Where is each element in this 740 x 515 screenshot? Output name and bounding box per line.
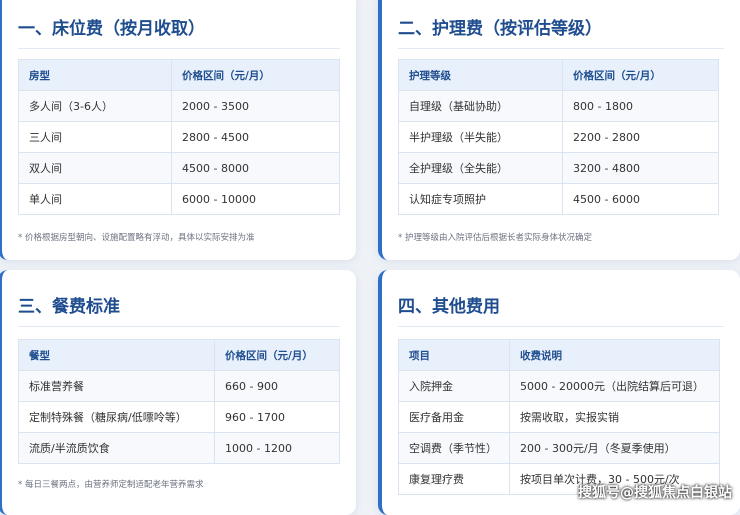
price-cell: 2000 - 3500	[171, 90, 340, 122]
table-header-row: 餐型 价格区间（元/月）	[18, 339, 340, 371]
price-cell: 4500 - 8000	[171, 152, 340, 184]
meal-type-cell: 标准营养餐	[18, 370, 215, 402]
column-header: 房型	[18, 59, 172, 91]
meal-type-cell: 定制特殊餐（糖尿病/低嘌呤等）	[18, 401, 215, 433]
table-row: 三人间 2800 - 4500	[18, 121, 340, 153]
column-header: 护理等级	[398, 59, 563, 91]
care-level-cell: 半护理级（半失能）	[398, 121, 563, 153]
column-header: 收费说明	[509, 339, 720, 371]
table-row: 全护理级（全失能） 3200 - 4800	[398, 152, 719, 184]
fee-description-cell: 5000 - 20000元（出院结算后可退）	[509, 370, 720, 402]
table-row: 多人间（3-6人） 2000 - 3500	[18, 90, 340, 122]
care-fee-table: 护理等级 价格区间（元/月） 自理级（基础协助） 800 - 1800 半护理级…	[398, 59, 719, 215]
column-header: 餐型	[18, 339, 215, 371]
meal-fee-card: 三、餐费标准 餐型 价格区间（元/月） 标准营养餐 660 - 900 定制特殊…	[0, 270, 356, 515]
meal-type-cell: 流质/半流质饮食	[18, 432, 215, 464]
bed-fee-table: 房型 价格区间（元/月） 多人间（3-6人） 2000 - 3500 三人间 2…	[18, 59, 340, 215]
meal-fee-title: 三、餐费标准	[18, 292, 340, 327]
table-row: 单人间 6000 - 10000	[18, 183, 340, 215]
meal-fee-note: * 每日三餐两点，由营养师定制适配老年营养需求	[18, 480, 204, 490]
other-fee-card: 四、其他费用 项目 收费说明 入院押金 5000 - 20000元（出院结算后可…	[378, 270, 740, 515]
care-level-cell: 全护理级（全失能）	[398, 152, 563, 184]
table-header-row: 房型 价格区间（元/月）	[18, 59, 340, 91]
bed-fee-note: * 价格根据房型朝向、设施配置略有浮动，具体以实际安排为准	[18, 233, 255, 243]
bed-fee-card: 一、床位费（按月收取） 房型 价格区间（元/月） 多人间（3-6人） 2000 …	[0, 0, 356, 260]
fee-description-cell: 按需收取，实报实销	[509, 401, 720, 433]
room-type-cell: 双人间	[18, 152, 172, 184]
table-row: 医疗备用金 按需收取，实报实销	[398, 401, 720, 433]
price-cell: 2800 - 4500	[171, 121, 340, 153]
care-level-cell: 自理级（基础协助）	[398, 90, 563, 122]
sohu-watermark: 搜狐号@搜狐焦点白银站	[578, 485, 732, 501]
fee-item-cell: 入院押金	[398, 370, 510, 402]
column-header: 价格区间（元/月）	[214, 339, 340, 371]
table-row: 流质/半流质饮食 1000 - 1200	[18, 432, 340, 464]
price-cell: 1000 - 1200	[214, 432, 340, 464]
room-type-cell: 多人间（3-6人）	[18, 90, 172, 122]
care-level-cell: 认知症专项照护	[398, 183, 563, 215]
care-fee-title: 二、护理费（按评估等级）	[398, 14, 724, 49]
fee-item-cell: 空调费（季节性）	[398, 432, 510, 464]
fee-description-cell: 200 - 300元/月（冬夏季使用）	[509, 432, 720, 464]
table-header-row: 护理等级 价格区间（元/月）	[398, 59, 719, 91]
column-header: 项目	[398, 339, 510, 371]
price-cell: 2200 - 2800	[562, 121, 719, 153]
table-row: 空调费（季节性） 200 - 300元/月（冬夏季使用）	[398, 432, 720, 464]
column-header: 价格区间（元/月）	[562, 59, 719, 91]
column-header: 价格区间（元/月）	[171, 59, 340, 91]
fee-item-cell: 医疗备用金	[398, 401, 510, 433]
table-row: 标准营养餐 660 - 900	[18, 370, 340, 402]
table-row: 入院押金 5000 - 20000元（出院结算后可退）	[398, 370, 720, 402]
care-fee-card: 二、护理费（按评估等级） 护理等级 价格区间（元/月） 自理级（基础协助） 80…	[378, 0, 740, 260]
table-row: 双人间 4500 - 8000	[18, 152, 340, 184]
price-cell: 960 - 1700	[214, 401, 340, 433]
price-cell: 3200 - 4800	[562, 152, 719, 184]
price-cell: 6000 - 10000	[171, 183, 340, 215]
room-type-cell: 三人间	[18, 121, 172, 153]
other-fee-table: 项目 收费说明 入院押金 5000 - 20000元（出院结算后可退） 医疗备用…	[398, 339, 720, 495]
bed-fee-title: 一、床位费（按月收取）	[18, 14, 340, 49]
table-row: 认知症专项照护 4500 - 6000	[398, 183, 719, 215]
table-header-row: 项目 收费说明	[398, 339, 720, 371]
table-row: 半护理级（半失能） 2200 - 2800	[398, 121, 719, 153]
price-cell: 800 - 1800	[562, 90, 719, 122]
other-fee-title: 四、其他费用	[398, 292, 724, 327]
meal-fee-table: 餐型 价格区间（元/月） 标准营养餐 660 - 900 定制特殊餐（糖尿病/低…	[18, 339, 340, 464]
fee-item-cell: 康复理疗费	[398, 463, 510, 495]
price-cell: 660 - 900	[214, 370, 340, 402]
care-fee-note: * 护理等级由入院评估后根据长者实际身体状况确定	[398, 233, 592, 243]
table-row: 自理级（基础协助） 800 - 1800	[398, 90, 719, 122]
room-type-cell: 单人间	[18, 183, 172, 215]
table-row: 定制特殊餐（糖尿病/低嘌呤等） 960 - 1700	[18, 401, 340, 433]
price-cell: 4500 - 6000	[562, 183, 719, 215]
